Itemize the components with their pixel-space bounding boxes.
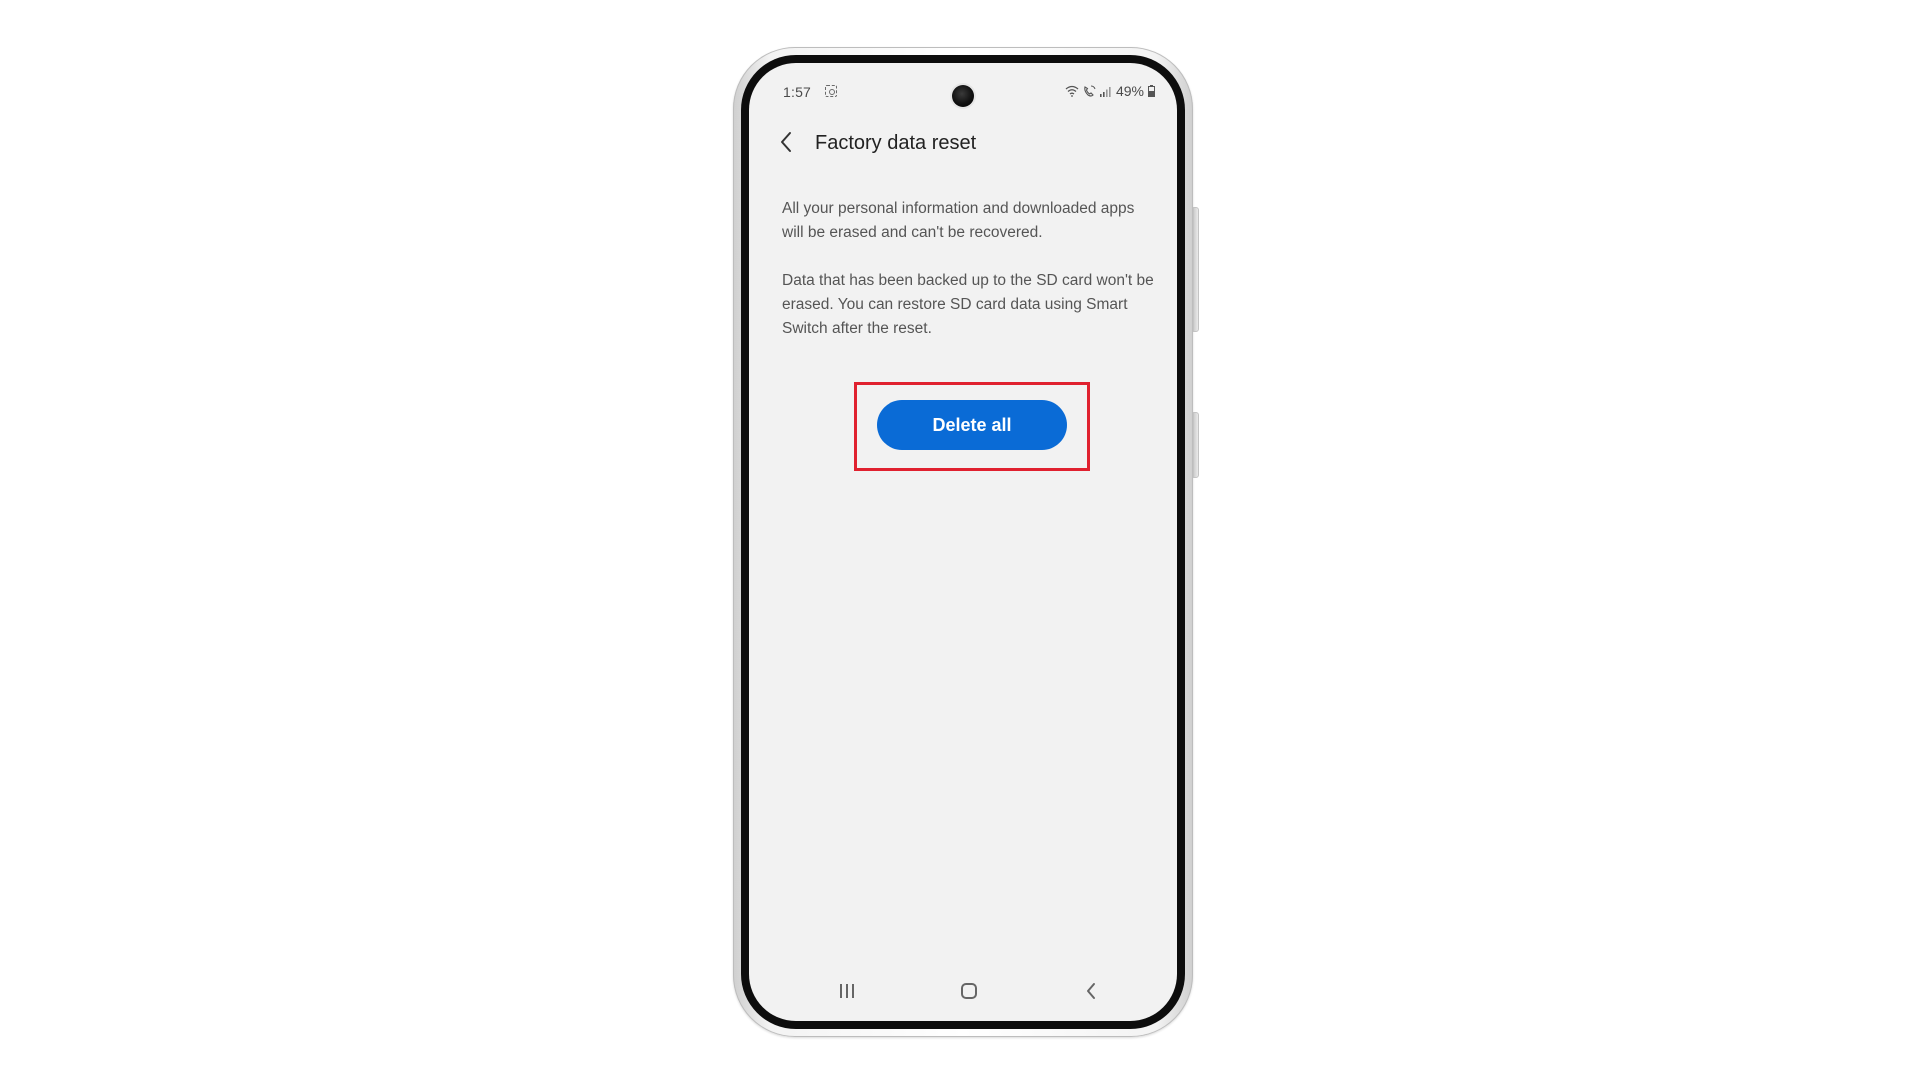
wifi-call-icon <box>1084 85 1096 97</box>
app-bar: Factory data reset <box>749 119 1177 169</box>
page-title: Factory data reset <box>815 132 977 154</box>
status-bar: 1:57 49% <box>749 63 1177 107</box>
home-button[interactable] <box>949 971 989 1011</box>
home-icon <box>961 983 977 999</box>
description-erase: All your personal information and downlo… <box>782 200 1135 241</box>
wifi-icon <box>1065 85 1079 97</box>
phone-frame: 1:57 49% Factory data reset All your per… <box>733 47 1199 1037</box>
signal-icon <box>1099 86 1111 97</box>
chevron-left-icon <box>781 132 791 152</box>
battery-icon <box>1148 85 1155 97</box>
back-button[interactable] <box>771 127 801 157</box>
battery-percent: 49% <box>1115 83 1144 99</box>
recents-icon <box>840 984 854 998</box>
phone-screen: 1:57 49% Factory data reset All your per… <box>749 63 1177 1021</box>
back-icon <box>1087 983 1095 999</box>
status-icons: 49% <box>1065 83 1155 99</box>
content: All your personal information and downlo… <box>782 197 1157 365</box>
navigation-bar <box>749 961 1177 1021</box>
power-button <box>1193 412 1199 478</box>
recents-button[interactable] <box>827 971 867 1011</box>
nav-back-button[interactable] <box>1071 971 1111 1011</box>
volume-button <box>1193 207 1199 332</box>
delete-all-button[interactable]: Delete all <box>877 400 1067 450</box>
front-camera <box>952 85 974 107</box>
status-time: 1:57 <box>783 84 812 100</box>
screenshot-icon <box>825 85 837 97</box>
description-sd-card: Data that has been backed up to the SD c… <box>782 272 1154 337</box>
